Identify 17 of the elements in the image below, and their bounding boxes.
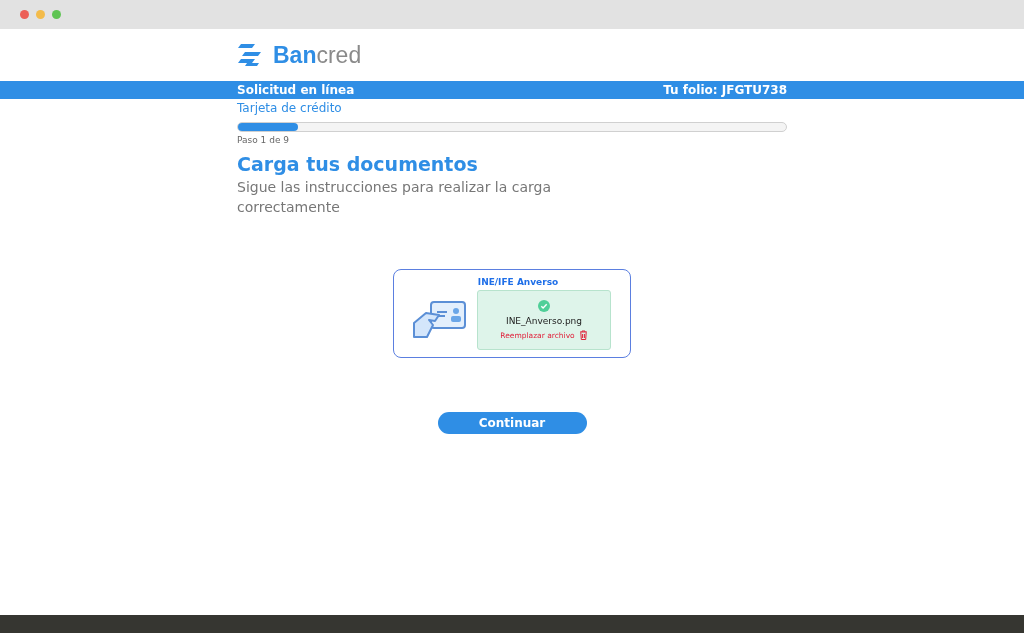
hand-holding-card-icon (413, 301, 467, 339)
step-label: Paso 1 de 9 (237, 135, 291, 145)
brand-logo: Bancred (273, 41, 362, 69)
logo-stripes-icon (237, 43, 263, 67)
page-heading: Carga tus documentos (237, 153, 479, 175)
header-title: Solicitud en línea (237, 83, 355, 97)
maximize-dot-icon[interactable] (52, 10, 61, 19)
file-name: INE_Anverso.png (506, 316, 582, 326)
folio-number: Tu folio: JFGTU738 (663, 83, 787, 97)
product-name: Tarjeta de crédito (237, 101, 343, 117)
close-dot-icon[interactable] (20, 10, 29, 19)
trash-icon[interactable] (578, 330, 588, 340)
document-title: INE/IFE Anverso (477, 277, 559, 287)
minimize-dot-icon[interactable] (36, 10, 45, 19)
continue-button[interactable]: Continuar (437, 412, 587, 434)
instructions-text: Sigue las instrucciones para realizar la carga correctamente (237, 178, 553, 217)
check-icon (538, 300, 550, 312)
